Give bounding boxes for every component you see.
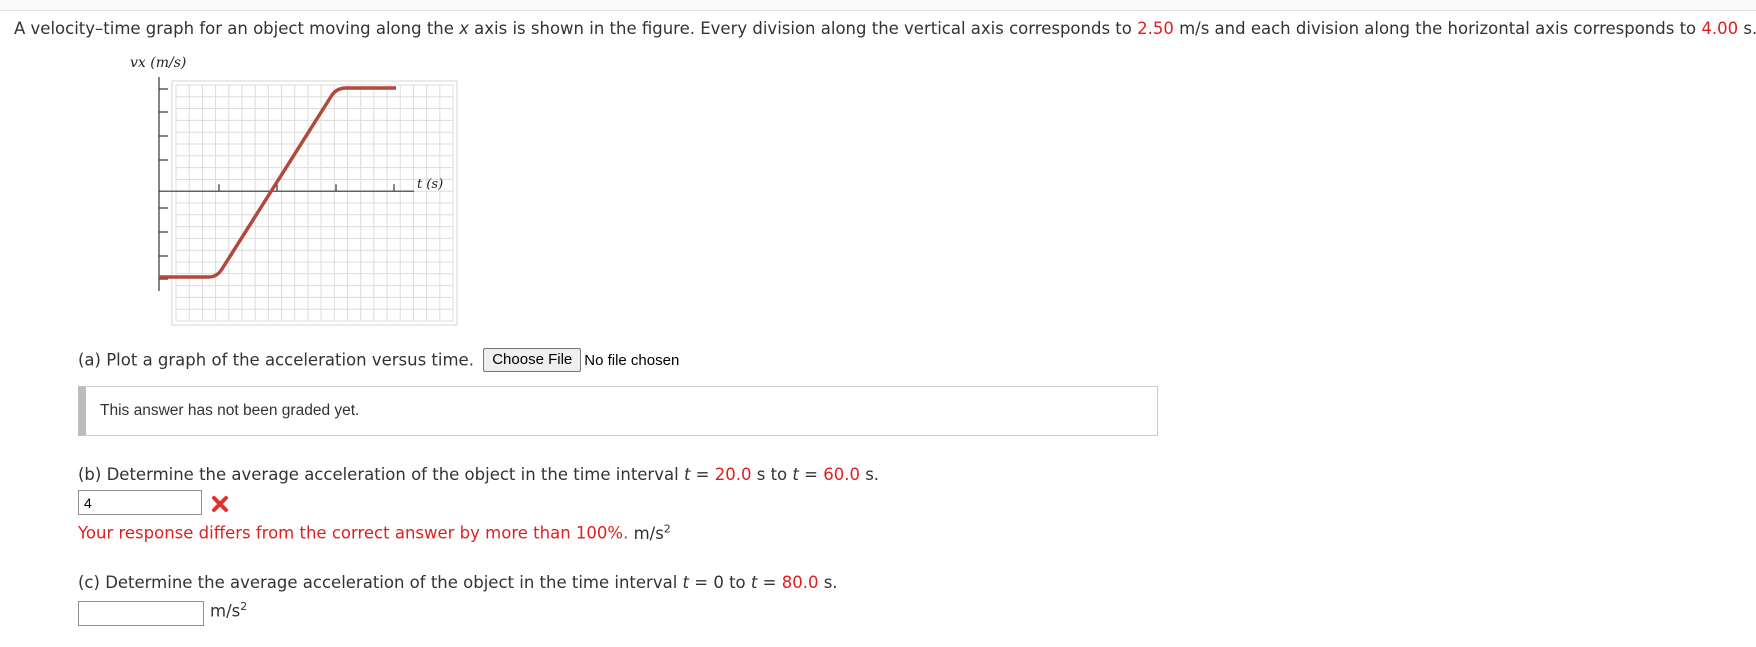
part-b-t2-value: 60.0: [823, 465, 860, 484]
part-c-eq-1: = 0 to: [689, 573, 751, 592]
horizontal-division-value: 4.00: [1701, 19, 1739, 38]
top-border: [0, 0, 1756, 11]
part-b-text-2: s to: [751, 465, 793, 484]
part-b-unit: m/s2: [633, 522, 671, 543]
velocity-time-graph: vx (m/s) t (s): [130, 55, 458, 326]
x-axis-label: t (s): [417, 177, 443, 192]
part-c-text-1: (c) Determine the average acceleration o…: [78, 573, 683, 592]
part-c-unit-exponent: 2: [240, 600, 248, 613]
part-c-question: (c) Determine the average acceleration o…: [78, 573, 838, 592]
part-c-unit: m/s2: [210, 600, 247, 621]
part-c-answer-input[interactable]: [78, 601, 204, 626]
part-c-unit-base: m/s: [210, 601, 241, 621]
part-b-unit-exponent: 2: [663, 522, 671, 535]
part-b-t1-value: 20.0: [714, 465, 752, 484]
part-a-row: (a) Plot a graph of the acceleration ver…: [78, 348, 679, 372]
part-c-text-3: s.: [818, 573, 838, 592]
part-b-feedback: Your response differs from the correct a…: [78, 522, 671, 543]
part-b-eq-2: =: [798, 465, 824, 484]
x-mark-icon: [212, 496, 228, 512]
intro-text-3: m/s and each division along the horizont…: [1173, 19, 1702, 38]
part-b-answer-input[interactable]: [78, 490, 202, 515]
part-b-unit-base: m/s: [633, 523, 664, 543]
problem-statement: A velocity–time graph for an object movi…: [14, 19, 1756, 38]
part-b-question: (b) Determine the average acceleration o…: [78, 465, 879, 484]
part-b-text-3: s.: [859, 465, 880, 484]
part-c-eq-2: =: [757, 573, 782, 592]
intro-text-2: axis is shown in the figure. Every divis…: [468, 19, 1138, 38]
velocity-time-figure: vx (m/s) t (s): [130, 55, 490, 335]
graph-grid: [171, 80, 458, 326]
part-c-t2-value: 80.0: [781, 573, 819, 592]
intro-var-x: x: [459, 19, 469, 38]
y-axis-label: vx (m/s): [130, 55, 186, 71]
vertical-division-value: 2.50: [1137, 19, 1174, 38]
choose-file-button[interactable]: Choose File: [483, 348, 582, 372]
grading-status-box: This answer has not been graded yet.: [78, 386, 1158, 436]
feedback-message: Your response differs from the correct a…: [78, 523, 629, 543]
file-status-text: No file chosen: [584, 351, 680, 369]
part-b-text-1: (b) Determine the average acceleration o…: [78, 465, 684, 484]
intro-text-4: s.: [1738, 19, 1756, 38]
part-b-eq-1: =: [690, 465, 715, 484]
grading-status-text: This answer has not been graded yet.: [100, 402, 360, 419]
part-a-question: (a) Plot a graph of the acceleration ver…: [78, 350, 474, 370]
intro-text-1: A velocity–time graph for an object movi…: [14, 19, 460, 38]
